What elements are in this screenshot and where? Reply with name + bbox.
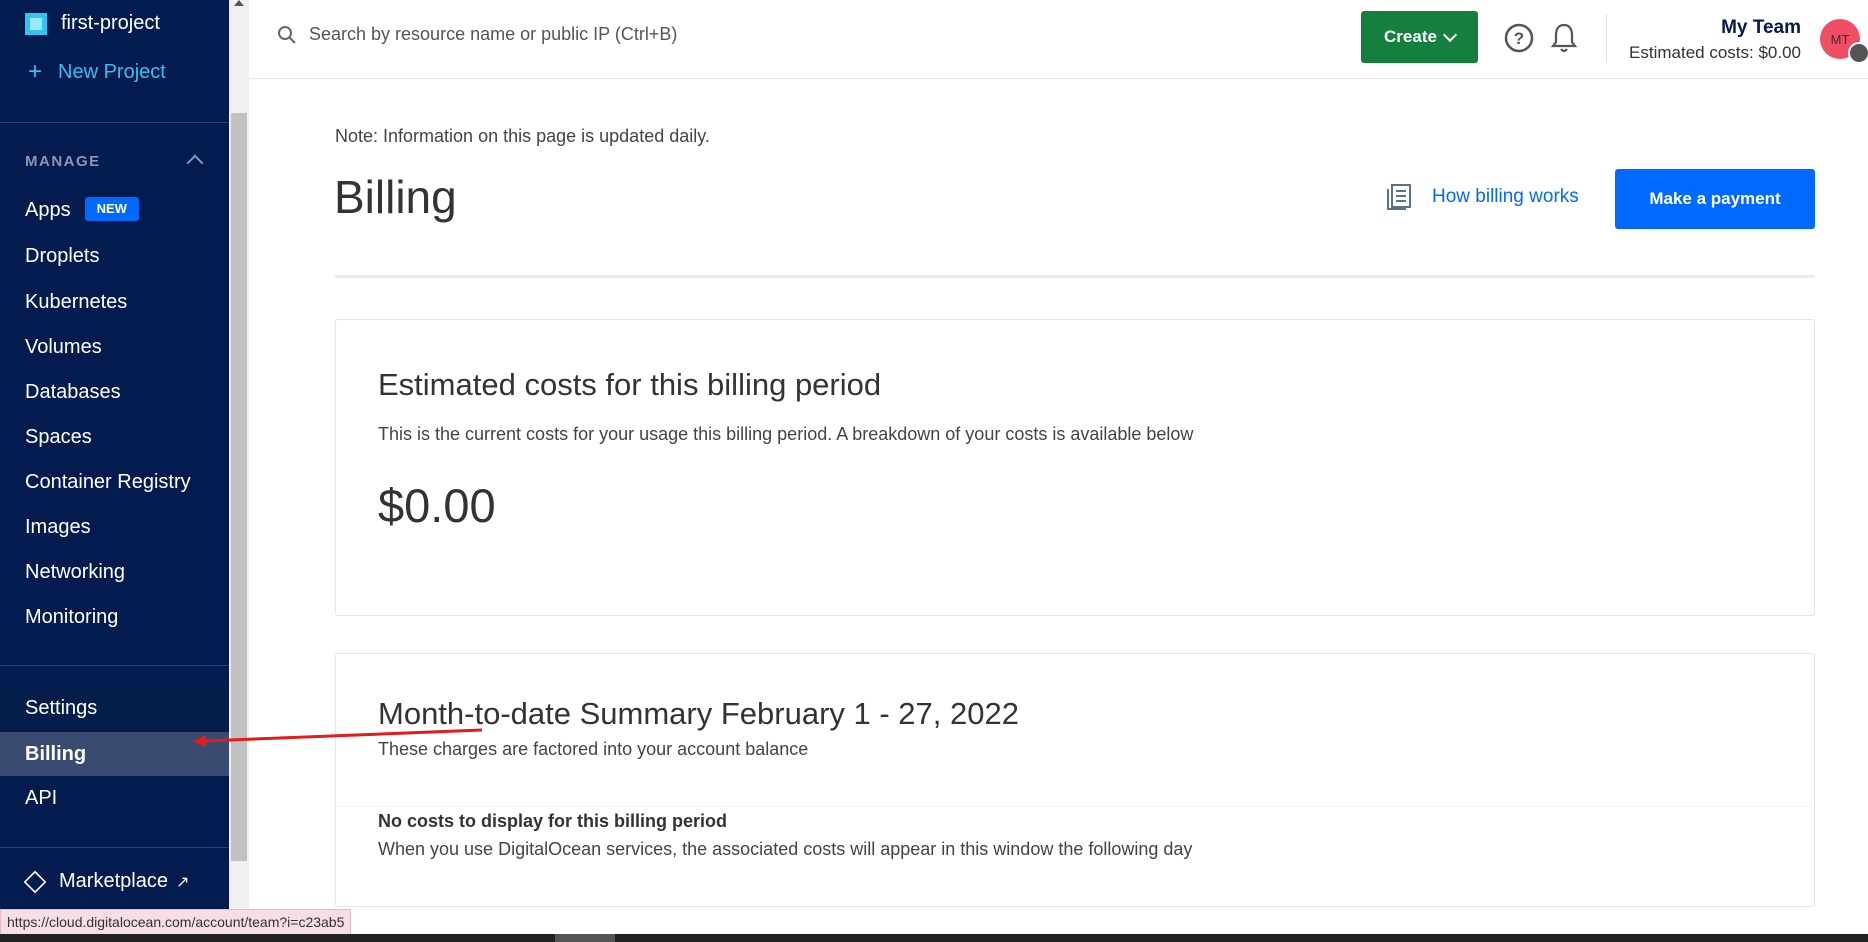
sidebar-item-settings[interactable]: Settings	[25, 694, 97, 722]
sidebar-item-api[interactable]: API	[25, 784, 57, 812]
sidebar-item-images[interactable]: Images	[25, 513, 91, 541]
page-title: Billing	[334, 171, 457, 223]
project-icon	[25, 12, 47, 35]
sidebar-item-kubernetes[interactable]: Kubernetes	[25, 288, 127, 316]
sidebar-item-apps[interactable]: Apps NEW	[25, 196, 139, 224]
no-costs-title: No costs to display for this billing per…	[378, 811, 728, 831]
header-estimated-costs: Estimated costs: $0.00	[1629, 43, 1801, 62]
sidebar-item-networking[interactable]: Networking	[25, 558, 125, 586]
external-link-icon: ↗	[175, 873, 190, 891]
team-name[interactable]: My Team	[1721, 17, 1801, 39]
marketplace-label: Marketplace	[59, 870, 168, 892]
section-title-manage: MANAGE	[25, 153, 101, 170]
month-summary-title: Month-to-date Summary February 1 - 27, 2…	[378, 696, 1019, 731]
how-billing-works-label: How billing works	[1432, 186, 1579, 207]
taskbar-item[interactable]	[555, 934, 615, 942]
create-label: Create	[1384, 27, 1437, 46]
search-icon	[278, 25, 296, 44]
no-costs-description: When you use DigitalOcean services, the …	[378, 839, 1193, 859]
estimated-costs-card: Estimated costs for this billing period …	[335, 319, 1815, 616]
plus-icon: +	[28, 58, 43, 85]
help-icon[interactable]: ?	[1504, 23, 1534, 53]
info-note: Note: Information on this page is update…	[335, 126, 710, 146]
new-project-label: New Project	[58, 60, 166, 83]
document-icon	[1387, 184, 1411, 210]
chevron-down-icon	[1442, 27, 1458, 42]
search-box[interactable]: Search by resource name or public IP (Ct…	[277, 24, 677, 45]
estimated-costs-title: Estimated costs for this billing period	[378, 367, 882, 402]
sidebar-item-volumes[interactable]: Volumes	[25, 333, 102, 361]
sidebar-divider	[0, 122, 229, 123]
header-divider	[335, 275, 1815, 278]
sidebar-item-droplets[interactable]: Droplets	[25, 242, 99, 270]
sidebar-divider	[0, 847, 229, 848]
make-payment-button[interactable]: Make a payment	[1615, 169, 1815, 229]
cube-icon	[23, 870, 47, 893]
project-switcher[interactable]: first-project	[25, 12, 160, 35]
create-button[interactable]: Create	[1361, 11, 1478, 63]
estimated-costs-amount: $0.00	[378, 479, 496, 532]
chevron-up-icon[interactable]	[186, 154, 204, 172]
scrollbar-thumb[interactable]	[231, 113, 247, 861]
new-badge: NEW	[84, 196, 139, 221]
svg-text:?: ?	[1514, 29, 1524, 48]
status-url: https://cloud.digitalocean.com/account/t…	[0, 909, 352, 935]
sidebar-item-monitoring[interactable]: Monitoring	[25, 603, 118, 631]
sidebar-item-databases[interactable]: Databases	[25, 378, 121, 406]
sidebar-item-billing[interactable]: Billing	[25, 740, 86, 768]
estimated-costs-description: This is the current costs for your usage…	[378, 424, 1194, 444]
month-summary-card: Month-to-date Summary February 1 - 27, 2…	[335, 653, 1815, 907]
new-project-link[interactable]: + New Project	[28, 58, 166, 86]
user-mini-avatar	[1848, 42, 1868, 64]
project-name: first-project	[61, 12, 160, 34]
scroll-up-arrow-icon[interactable]	[234, 0, 244, 6]
bell-icon[interactable]	[1549, 22, 1579, 54]
sidebar-divider	[0, 665, 229, 666]
how-billing-works-link[interactable]: How billing works	[1386, 183, 1579, 211]
marketplace-link[interactable]: Marketplace ↗	[23, 870, 190, 893]
sidebar: first-project + New Project MANAGE Apps N…	[0, 0, 229, 942]
header-separator	[1606, 14, 1607, 62]
month-summary-description: These charges are factored into your acc…	[378, 739, 809, 759]
search-input[interactable]: Search by resource name or public IP (Ct…	[309, 24, 677, 45]
taskbar	[0, 934, 1868, 942]
sidebar-item-spaces[interactable]: Spaces	[25, 423, 92, 451]
card-inner-divider	[337, 806, 1813, 807]
sidebar-item-container-registry[interactable]: Container Registry	[25, 468, 191, 496]
sidebar-item-label: Apps	[25, 199, 71, 221]
